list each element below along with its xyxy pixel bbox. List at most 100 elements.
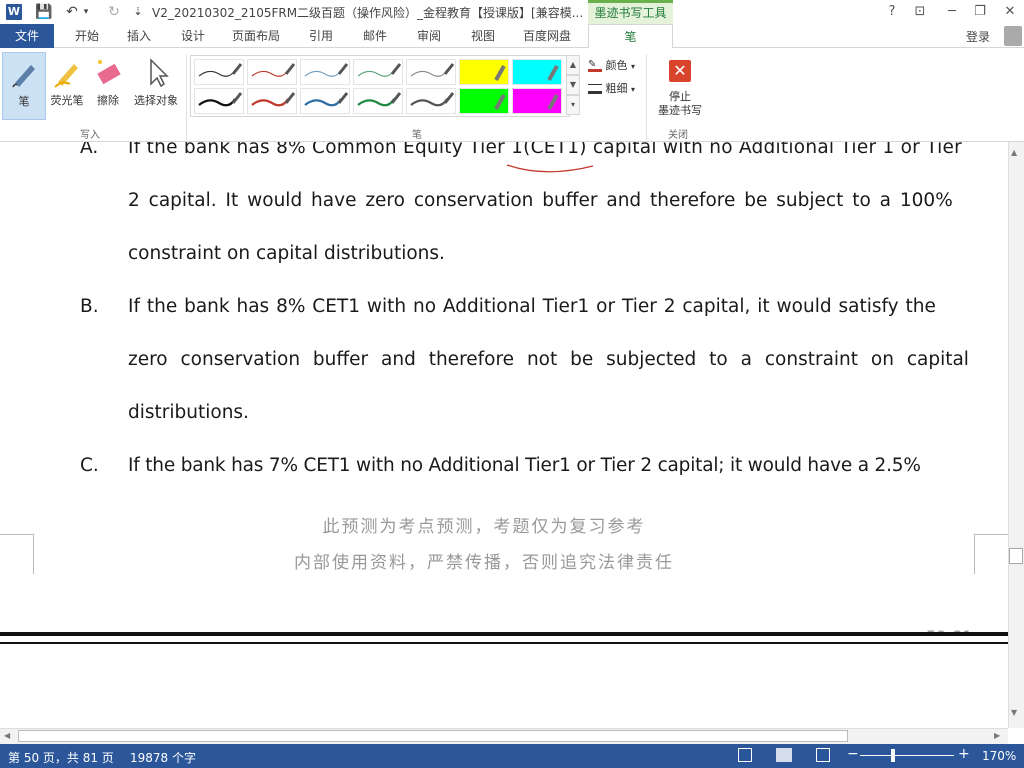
scroll-down-icon[interactable]: ▼ (1011, 708, 1017, 717)
tab-home[interactable]: 开始 (66, 24, 108, 48)
page-corner-mark (0, 534, 34, 574)
gallery-scroll-down-icon[interactable]: ▼ (566, 75, 580, 95)
highlighter-icon (52, 56, 82, 90)
pen-tool-label: 笔 (18, 95, 30, 108)
document-title: V2_20210302_2105FRM二级百题（操作风险）_金程教育【授课版】[… (152, 6, 584, 20)
highlighter-swatch[interactable] (512, 59, 562, 85)
option-a-letter: A. (80, 142, 99, 158)
eraser-tool-label: 擦除 (97, 94, 119, 107)
highlighter-swatch[interactable] (459, 59, 509, 85)
page-separator (0, 632, 1008, 644)
pen-weight-dropdown[interactable]: 粗细 ▾ (588, 80, 635, 96)
ribbon-divider (186, 54, 187, 140)
tab-file[interactable]: 文件 (0, 24, 54, 48)
watermark-line-1: 此预测为考点预测，考题仅为复习参考 (322, 517, 646, 537)
avatar[interactable] (1004, 26, 1022, 46)
tab-references[interactable]: 引用 (300, 24, 342, 48)
select-objects-button[interactable]: 选择对象 (128, 52, 184, 120)
stop-inking-button[interactable]: ✕ (658, 60, 702, 88)
sign-in-link[interactable]: 登录 (966, 28, 990, 45)
pen-group-label: 笔 (412, 130, 422, 141)
scroll-right-icon[interactable]: ▶ (994, 731, 1000, 740)
ribbon-divider (646, 54, 647, 140)
pen-color-icon: ✎ (588, 60, 602, 72)
tab-mailings[interactable]: 邮件 (354, 24, 396, 48)
vertical-scrollbar[interactable]: ▲ ▼ (1008, 142, 1024, 728)
highlighter-swatch[interactable] (512, 88, 562, 114)
pen-icon (9, 57, 39, 91)
option-c-line-1: If the bank has 7% CET1 with no Addition… (128, 455, 921, 476)
pen-tool-button[interactable]: 笔 (2, 52, 46, 120)
scroll-up-icon[interactable]: ▲ (1011, 148, 1017, 157)
tab-insert[interactable]: 插入 (118, 24, 160, 48)
word-app-icon[interactable]: W (6, 4, 22, 20)
zoom-out-icon[interactable]: − (847, 746, 859, 762)
redo-icon[interactable]: ↻ (104, 2, 124, 22)
tab-page-layout[interactable]: 页面布局 (226, 24, 286, 48)
tab-view[interactable]: 视图 (462, 24, 504, 48)
tab-design[interactable]: 设计 (172, 24, 214, 48)
pen-style-swatch[interactable] (194, 88, 244, 114)
scroll-left-icon[interactable]: ◀ (4, 731, 10, 740)
tab-review[interactable]: 审阅 (408, 24, 450, 48)
option-b-line-2: zero conservation buffer and therefore n… (128, 349, 969, 370)
pen-style-swatch[interactable] (406, 59, 456, 85)
eraser-tool-button[interactable]: 擦除 (88, 52, 128, 120)
pen-style-swatch[interactable] (353, 88, 403, 114)
status-bar: 第 50 页，共 81 页 19878 个字 − + 170% (0, 744, 1024, 768)
pen-style-swatch[interactable] (194, 59, 244, 85)
page-info[interactable]: 第 50 页，共 81 页 (8, 749, 114, 766)
tab-pen[interactable]: 笔 (588, 24, 673, 49)
tab-baidu-netdisk[interactable]: 百度网盘 (514, 24, 580, 48)
line-weight-icon (588, 84, 602, 94)
highlighter-swatch[interactable] (459, 88, 509, 114)
close-x-icon: ✕ (669, 60, 691, 82)
print-layout-icon[interactable] (776, 748, 792, 762)
option-a-line-1: If the bank has 8% Common Equity Tier 1(… (128, 142, 962, 158)
help-button[interactable]: ? (878, 0, 906, 24)
select-objects-label: 选择对象 (134, 94, 178, 107)
undo-dropdown-icon[interactable]: ▾ (80, 2, 92, 22)
pen-style-swatch[interactable] (247, 59, 297, 85)
option-c-letter: C. (80, 455, 99, 476)
zoom-level[interactable]: 170% (982, 749, 1016, 763)
highlighter-tool-button[interactable]: 荧光笔 (46, 52, 88, 120)
close-button[interactable]: ✕ (996, 0, 1024, 24)
horizontal-scroll-thumb[interactable] (18, 730, 848, 742)
restore-button[interactable]: ❐ (966, 0, 994, 24)
write-group-label: 写入 (80, 130, 100, 141)
select-cursor-icon (141, 56, 171, 90)
option-a-line-3: constraint on capital distributions. (128, 243, 445, 264)
pen-style-swatch[interactable] (247, 88, 297, 114)
option-b-line-1: If the bank has 8% CET1 with no Addition… (128, 296, 936, 317)
undo-icon[interactable]: ↶ (62, 2, 82, 22)
pen-style-gallery (190, 55, 570, 117)
chevron-down-icon: ▾ (631, 62, 636, 71)
customize-qat-icon[interactable]: ⇣ (128, 2, 148, 22)
page-corner-mark (974, 534, 1008, 574)
close-group-label: 关闭 (668, 130, 688, 141)
pen-style-swatch[interactable] (300, 59, 350, 85)
save-icon[interactable]: 💾 (34, 2, 54, 22)
word-count[interactable]: 19878 个字 (130, 749, 196, 766)
web-layout-icon[interactable] (816, 748, 830, 762)
pen-color-dropdown[interactable]: ✎ 颜色 ▾ (588, 57, 635, 73)
stop-inking-label: 停止 墨迹书写 (658, 90, 702, 117)
gallery-scroll-up-icon[interactable]: ▲ (566, 55, 580, 75)
pen-style-swatch[interactable] (353, 59, 403, 85)
minimize-button[interactable]: ─ (938, 0, 966, 24)
ink-underline-annotation[interactable] (505, 162, 597, 176)
pen-color-label: 颜色 (605, 59, 628, 72)
option-b-line-3: distributions. (128, 402, 249, 423)
ribbon-display-options-button[interactable]: ⊡ (906, 0, 934, 24)
pen-style-swatch[interactable] (406, 88, 456, 114)
pen-style-swatch[interactable] (300, 88, 350, 114)
gallery-more-icon[interactable]: ▾ (566, 95, 580, 115)
read-mode-icon[interactable] (738, 748, 752, 762)
zoom-in-icon[interactable]: + (958, 746, 970, 762)
zoom-slider-track[interactable] (860, 755, 954, 756)
zoom-slider-thumb[interactable] (890, 749, 895, 762)
vertical-scroll-thumb[interactable] (1009, 548, 1023, 564)
ink-tools-context-label: 墨迹书写工具 (588, 0, 673, 24)
option-b-letter: B. (80, 296, 99, 317)
